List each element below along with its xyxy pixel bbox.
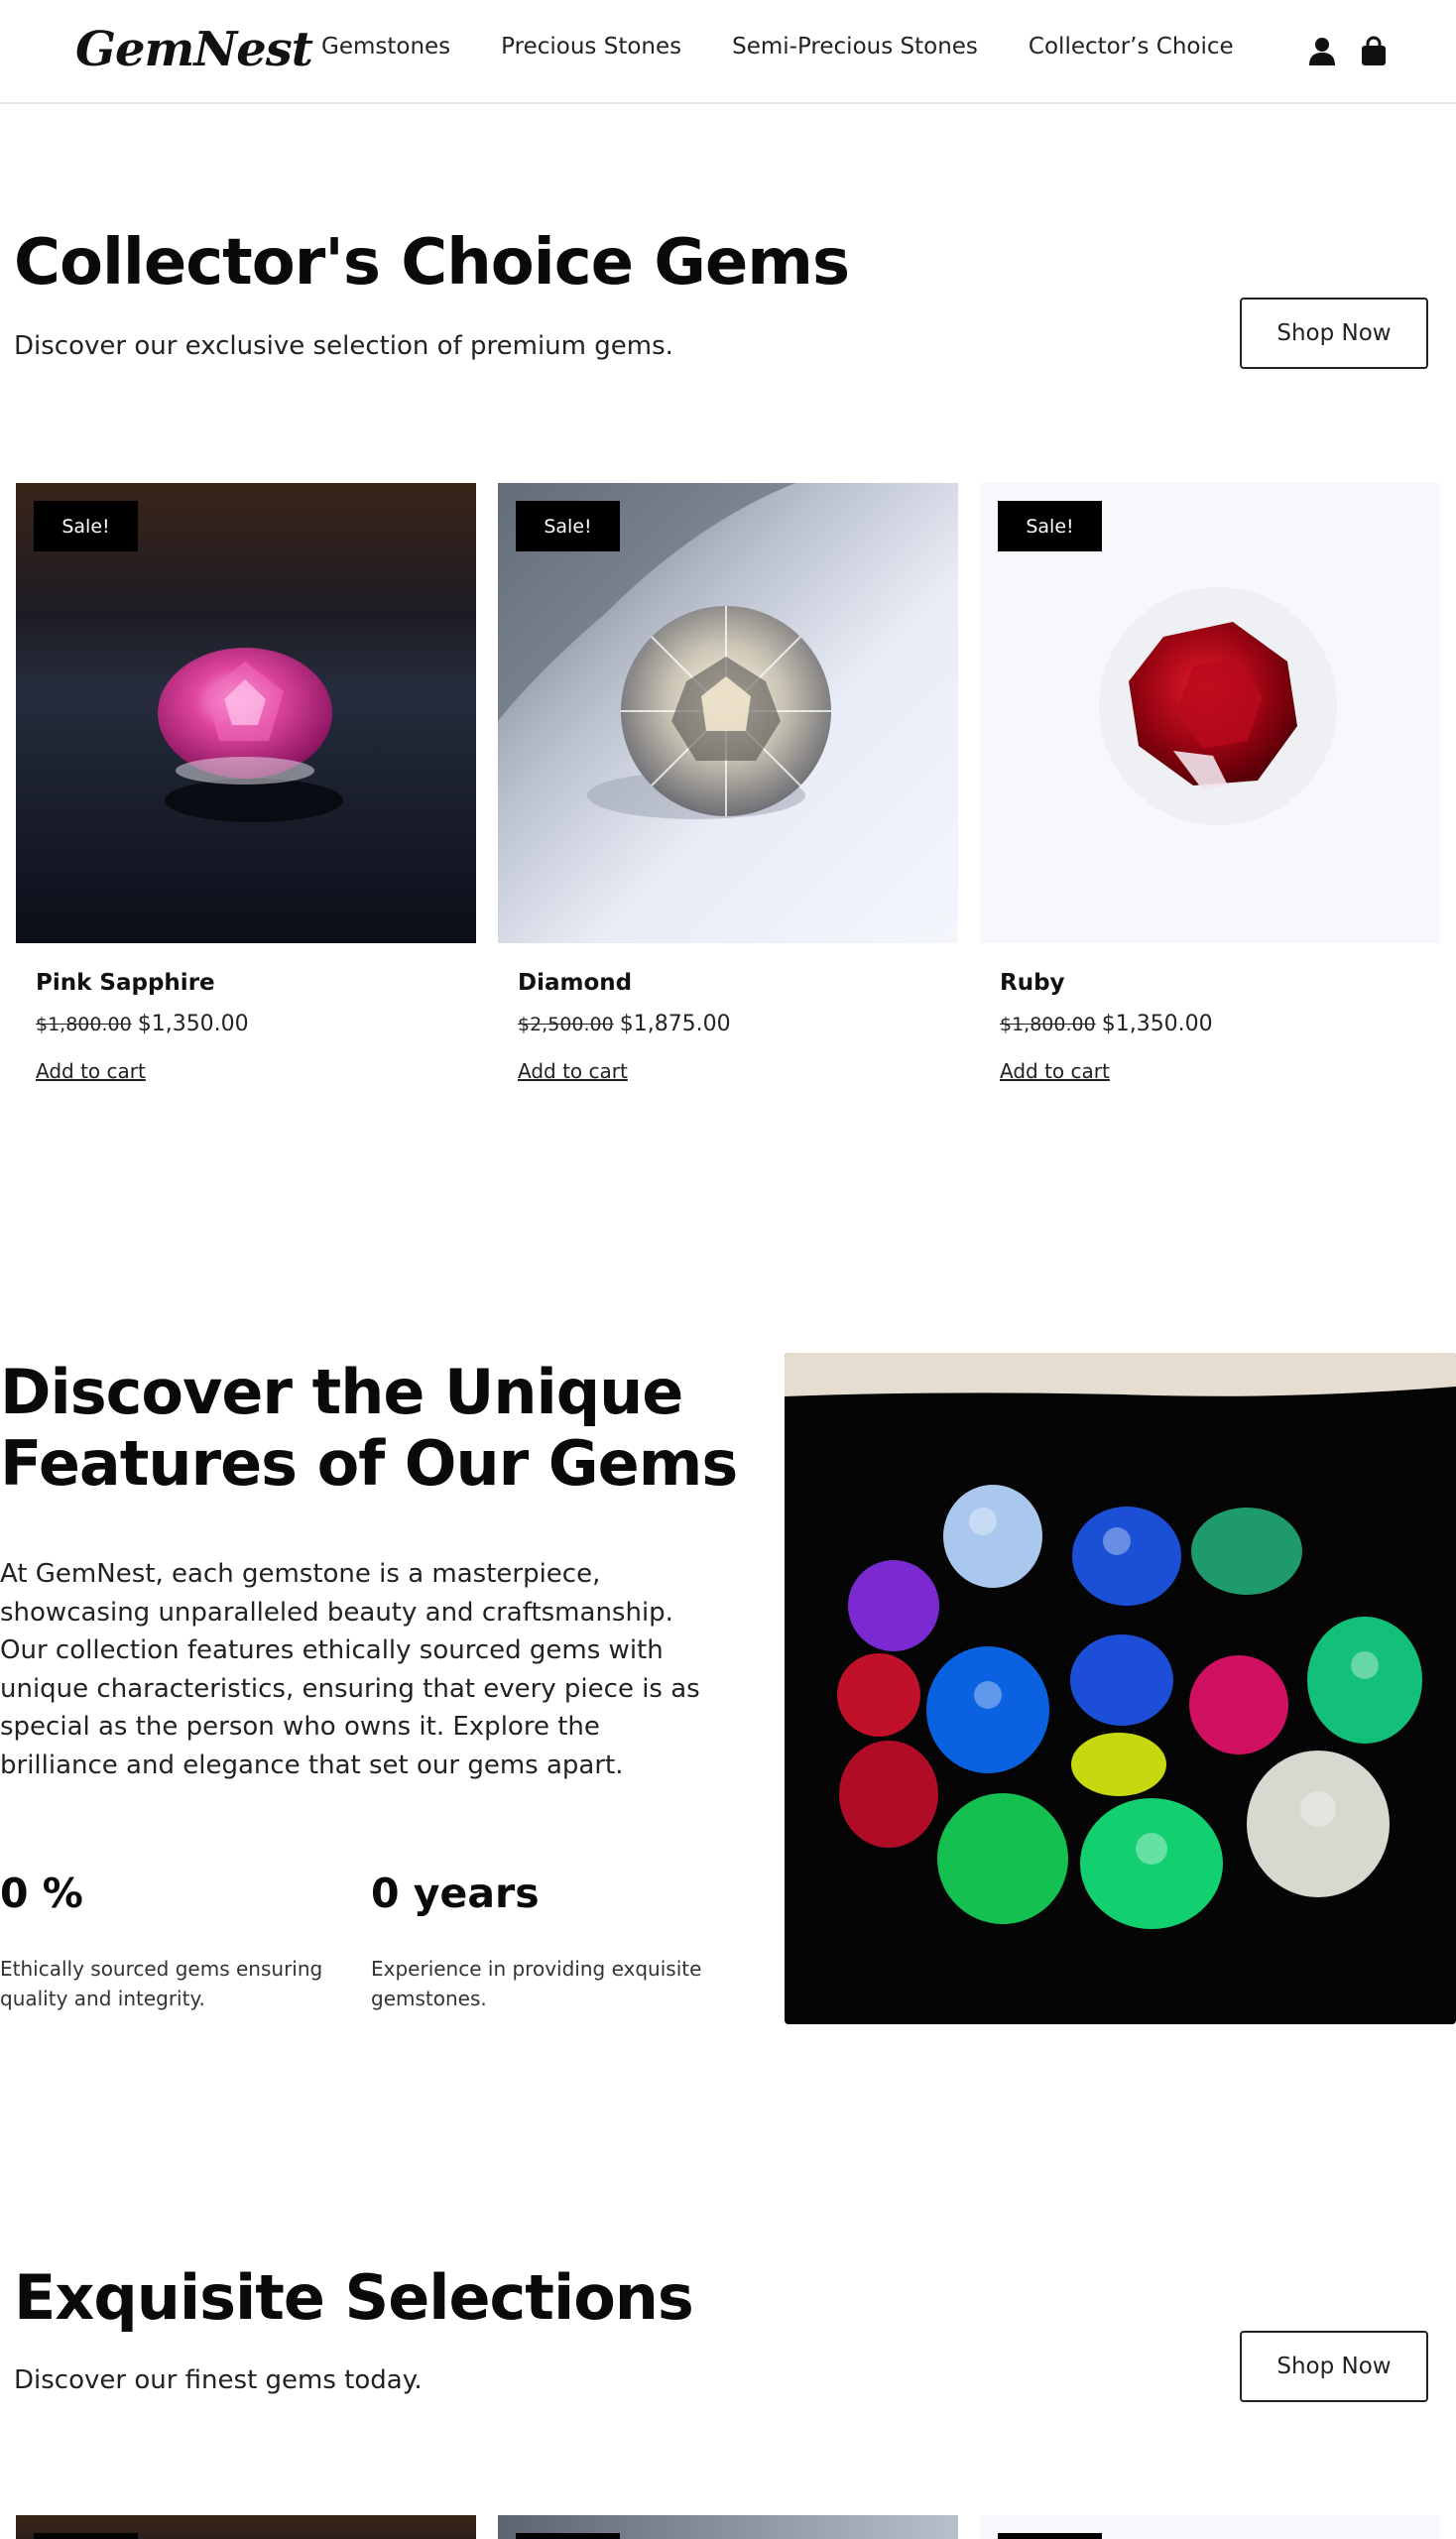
collectors-subtitle: Discover our exclusive selection of prem… bbox=[14, 331, 673, 361]
sale-badge: Sale! bbox=[998, 501, 1102, 551]
stat-description: Ethically sourced gems ensuring quality … bbox=[0, 1957, 323, 2010]
product-image[interactable]: Sale! bbox=[16, 483, 476, 943]
product-image[interactable]: Sale! bbox=[980, 483, 1440, 943]
shop-now-button[interactable]: Shop Now bbox=[1240, 298, 1428, 369]
sale-price: $1,350.00 bbox=[1101, 1012, 1213, 1036]
stat-value: 0 % bbox=[0, 1870, 83, 1917]
add-to-cart-link[interactable]: Add to cart bbox=[518, 1059, 628, 1083]
sale-badge bbox=[998, 2533, 1102, 2539]
sale-badge bbox=[516, 2533, 620, 2539]
sale-badge bbox=[34, 2533, 138, 2539]
stat-value: 0 years bbox=[371, 1870, 540, 1917]
sale-price: $1,350.00 bbox=[137, 1012, 249, 1036]
old-price: $1,800.00 bbox=[36, 1014, 132, 1035]
exquisite-title: Exquisite Selections bbox=[14, 2261, 694, 2334]
sale-badge: Sale! bbox=[516, 501, 620, 551]
site-header: GemNest Gemstones Precious Stones Semi-P… bbox=[0, 0, 1456, 104]
main-nav: Gemstones Precious Stones Semi-Precious … bbox=[321, 34, 1284, 60]
collectors-title: Collector's Choice Gems bbox=[14, 226, 850, 300]
sale-badge: Sale! bbox=[34, 501, 138, 551]
product-image[interactable] bbox=[498, 2515, 958, 2539]
product-card: Sale! Ruby $1,800.00 $1,350.00 Add to car… bbox=[980, 483, 1440, 1083]
product-image[interactable]: Sale! bbox=[498, 483, 958, 943]
features-title-line: Discover the Unique bbox=[0, 1356, 683, 1428]
nav-item-gemstones[interactable]: Gemstones bbox=[321, 34, 450, 60]
nav-item-collectors-choice[interactable]: Collector’s Choice bbox=[1029, 34, 1234, 60]
product-image[interactable] bbox=[16, 2515, 476, 2539]
product-image[interactable] bbox=[980, 2515, 1440, 2539]
product-name[interactable]: Pink Sapphire bbox=[36, 970, 215, 996]
product-card: Sale! Pink Sapphire $1,800.00 $1,350.00 A… bbox=[16, 483, 476, 1083]
nav-item-semi-precious-stones[interactable]: Semi-Precious Stones bbox=[732, 34, 978, 60]
product-name[interactable]: Ruby bbox=[1000, 970, 1065, 996]
features-body: At GemNest, each gemstone is a masterpie… bbox=[0, 1559, 700, 1780]
sale-price: $1,875.00 bbox=[619, 1012, 731, 1036]
shop-now-button[interactable]: Shop Now bbox=[1240, 2331, 1428, 2402]
product-price: $1,800.00 $1,350.00 bbox=[1000, 1012, 1213, 1036]
stat-description: Experience in providing exquisite gemsto… bbox=[371, 1957, 702, 2010]
exquisite-subtitle: Discover our finest gems today. bbox=[14, 2365, 423, 2395]
product-price: $1,800.00 $1,350.00 bbox=[36, 1012, 249, 1036]
add-to-cart-link[interactable]: Add to cart bbox=[1000, 1059, 1110, 1083]
user-icon[interactable] bbox=[1307, 36, 1337, 67]
old-price: $2,500.00 bbox=[518, 1014, 614, 1035]
features-title-line: Features of Our Gems bbox=[0, 1427, 738, 1500]
product-price: $2,500.00 $1,875.00 bbox=[518, 1012, 731, 1036]
features-title: Discover the Unique Features of Our Gems bbox=[0, 1356, 738, 1500]
nav-item-precious-stones[interactable]: Precious Stones bbox=[501, 34, 681, 60]
product-name[interactable]: Diamond bbox=[518, 970, 632, 996]
gem-collection-image bbox=[785, 1353, 1456, 2024]
add-to-cart-link[interactable]: Add to cart bbox=[36, 1059, 146, 1083]
old-price: $1,800.00 bbox=[1000, 1014, 1096, 1035]
logo[interactable]: GemNest bbox=[75, 22, 313, 77]
shopping-bag-icon[interactable] bbox=[1359, 36, 1389, 67]
product-card: Sale! Diamond $2,500.00 $1,875.00 Add to … bbox=[498, 483, 958, 1083]
